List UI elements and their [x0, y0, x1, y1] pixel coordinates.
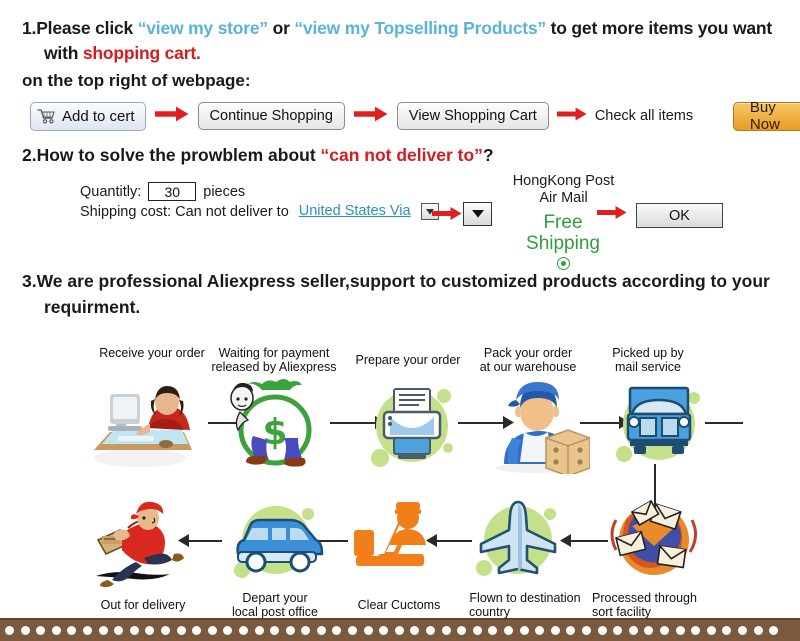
section-3-line-1: 3.We are professional Aliexpress seller,… — [22, 268, 784, 294]
section-1-line-2: with shopping cart. — [22, 41, 782, 66]
flow-label-pack-order-2: at our warehouse — [479, 360, 577, 374]
section-2-number: 2. — [22, 145, 37, 165]
section-1-line2-lead: with — [44, 43, 83, 63]
button-flow-row: Add to cert Continue Shopping View Shopp… — [30, 99, 800, 133]
flow-label-picked-up-1: Picked up by — [612, 346, 684, 360]
carrier-name: HongKong Post Air Mail — [506, 173, 621, 207]
flow-label-pack-order-1: Pack your order — [483, 346, 573, 360]
shipping-row: Shipping cost: Can not deliver to United… — [80, 203, 439, 220]
page-root: 1.Please click “view my store” or “view … — [0, 0, 800, 641]
shipping-method-dropdown-button[interactable] — [463, 202, 492, 226]
cannot-deliver-emphasis: “can not deliver to” — [320, 145, 483, 165]
section-3-line-2: requirment. — [44, 297, 141, 317]
section-1-subtitle: on the top right of webpage: — [22, 71, 251, 90]
mail-sorting-icon — [602, 494, 706, 589]
chevron-down-large-icon — [471, 210, 484, 218]
shopping-cart-emphasis: shopping cart. — [82, 43, 201, 63]
arrow-2-icon — [353, 106, 388, 127]
shopping-cart-icon — [37, 108, 56, 124]
flow-label-receive-order: Receive your order — [99, 346, 205, 360]
view-topselling-products-link[interactable]: “view my Topselling Products” — [294, 18, 546, 38]
view-shopping-cart-label: View Shopping Cart — [408, 108, 537, 124]
arrow-3-icon — [556, 106, 587, 127]
section-2-title: 2.How to solve the prowblem about “can n… — [22, 145, 494, 166]
continue-shopping-button[interactable]: Continue Shopping — [197, 102, 345, 130]
buy-now-label: Buy Now — [749, 99, 780, 133]
section-2-title-lead: How to solve the prowblem about — [36, 145, 321, 165]
customs-officer-icon — [350, 496, 442, 587]
buy-now-button[interactable]: Buy Now — [732, 99, 800, 133]
arrow-to-ok-icon — [597, 205, 627, 225]
free-shipping-line-2: Shipping — [526, 233, 600, 254]
flow-label-waiting-payment-1: Waiting for payment — [218, 346, 330, 360]
ok-button-label: OK — [669, 207, 690, 224]
quantity-input[interactable]: 30 — [148, 182, 197, 201]
flow-label-clear-customs: Clear Cuctoms — [357, 598, 441, 612]
running-courier-icon — [86, 496, 196, 593]
flow-line-wrap-right — [705, 422, 743, 424]
section-3-text-1: We are professional Aliexpress seller,su… — [36, 271, 770, 291]
footer-decoration-bar — [0, 620, 800, 641]
person-at-computer-icon — [88, 378, 206, 475]
view-shopping-cart-button[interactable]: View Shopping Cart — [396, 102, 549, 130]
quantity-row: Quantitly: 30 pieces — [80, 182, 245, 201]
flow-label-depart-1: Depart your — [242, 591, 308, 605]
section-3-number: 3. — [22, 271, 37, 291]
truck-icon — [608, 372, 710, 477]
shipping-flow-diagram: Receive your order Waiting for payment r… — [0, 336, 800, 621]
airplane-icon — [468, 494, 568, 591]
section-1-lead: Please click — [36, 18, 138, 38]
flow-label-flown-1: Flown to destination — [469, 591, 581, 605]
ok-button[interactable]: OK — [636, 203, 723, 228]
view-my-store-link[interactable]: “view my store” — [138, 18, 268, 38]
section-2-title-tail: ? — [482, 145, 494, 165]
continue-shopping-label: Continue Shopping — [209, 108, 333, 124]
add-to-cart-button[interactable]: Add to cert — [30, 101, 146, 131]
money-bag-icon: $ — [222, 378, 328, 479]
footer-dots — [0, 620, 800, 641]
quantity-label: Quantitly: — [80, 183, 142, 200]
section-1-number: 1. — [22, 18, 37, 38]
section-3: 3.We are professional Aliexpress seller,… — [22, 268, 784, 320]
destination-country-select[interactable]: United States Via — [295, 203, 415, 220]
flow-label-out-for-delivery: Out for delivery — [100, 598, 186, 612]
section-1: 1.Please click “view my store” or “view … — [22, 16, 782, 66]
carrier-line-1: HongKong Post — [512, 173, 615, 189]
section-1-line-1: 1.Please click “view my store” or “view … — [22, 16, 782, 41]
delivery-van-icon — [222, 496, 328, 589]
section-1-tail: to get more items you want — [545, 18, 773, 38]
arrow-1-icon — [154, 106, 189, 127]
flow-label-prepare-order: Prepare your order — [355, 353, 461, 367]
add-to-cart-label: Add to cert — [62, 107, 135, 125]
warehouse-worker-icon — [490, 376, 591, 479]
section-1-conjunction: or — [267, 18, 295, 38]
shipping-cost-label: Shipping cost: Can not deliver to — [80, 203, 289, 220]
arrow-to-dropdown-icon — [432, 206, 462, 226]
flow-label-processed-1: Processed through — [592, 591, 697, 605]
flow-label-waiting-payment-2: released by Aliexpress — [211, 360, 337, 374]
check-all-items-text: Check all items — [594, 108, 694, 124]
printer-icon — [360, 374, 464, 479]
quantity-unit-label: pieces — [203, 183, 246, 200]
